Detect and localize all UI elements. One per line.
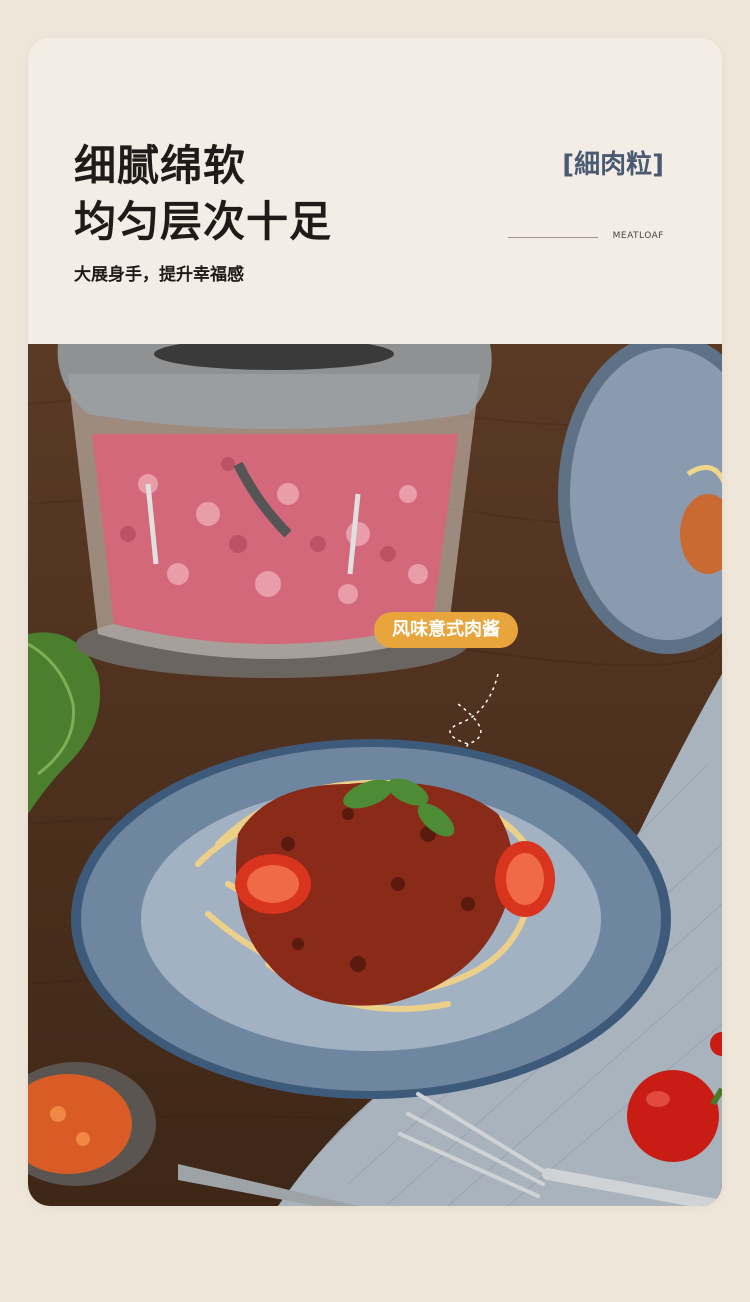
tag-divider [508, 237, 598, 238]
photo-illustration [28, 344, 722, 1206]
side-plate [558, 344, 722, 654]
headline-line-1: 细腻绵软 [74, 141, 247, 190]
headline-line-2: 均匀层次十足 [74, 197, 333, 246]
headline: 细腻绵软 均匀层次十足 [74, 138, 332, 250]
subline: 大展身手，提升幸福感 [74, 265, 244, 285]
kale-leaf [28, 632, 100, 814]
product-card: 细腻绵软 均匀层次十足 大展身手，提升幸福感 [細肉粒] MEATLOAF 风味… [28, 38, 722, 1206]
feature-tag-subtitle: MEATLOAF [612, 231, 664, 241]
sauce-bowl [28, 1062, 156, 1186]
callout-badge: 风味意式肉酱 [374, 612, 518, 648]
card-header: 细腻绵软 均匀层次十足 大展身手，提升幸福感 [細肉粒] MEATLOAF [28, 38, 722, 344]
product-photo: 风味意式肉酱 [28, 344, 722, 1206]
feature-tag: [細肉粒] [562, 150, 664, 180]
